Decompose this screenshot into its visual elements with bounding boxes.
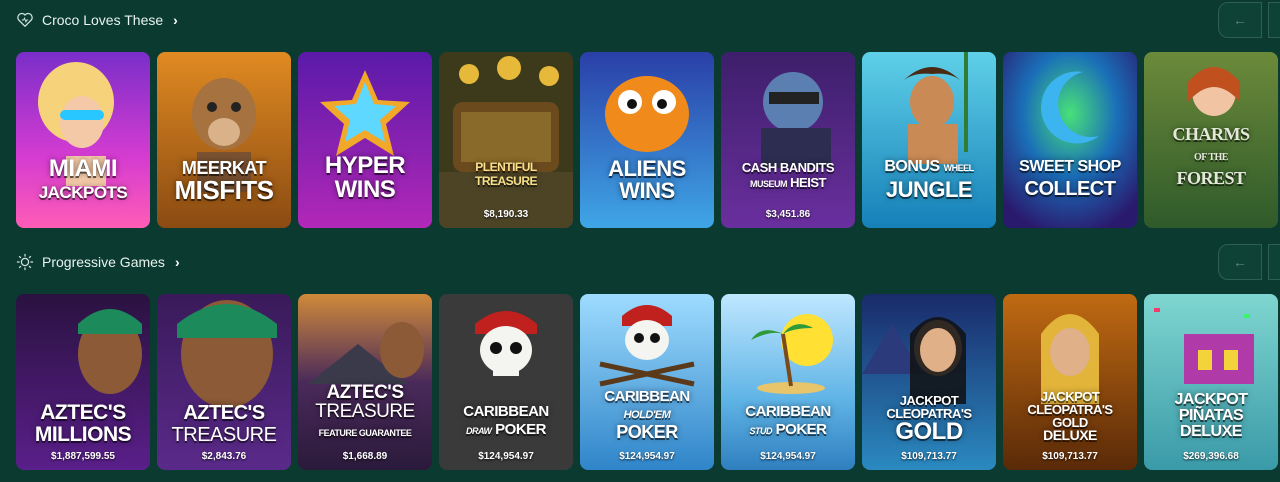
game-title: AZTEC'S TREASURE xyxy=(171,402,277,446)
game-tile-aztecs-treasure-feature-guarantee[interactable]: AZTEC'S TREASURE FEATURE GUARANTEE $1,668.… xyxy=(298,294,432,470)
game-title: SWEET SHOP COLLECT xyxy=(1019,158,1121,200)
game-title: MEERKAT MISFITS xyxy=(174,158,274,205)
game-title: CASH BANDITS MUSEUM HEIST xyxy=(741,160,835,190)
game-title: AZTEC'S MILLIONS xyxy=(34,401,132,446)
jackpot-amount: $124,954.97 xyxy=(619,451,675,462)
sparkle-icon xyxy=(16,253,34,271)
game-tile-caribbean-holdem-poker[interactable]: CARIBBEAN HOLD'EM POKER $124,954.97 xyxy=(580,294,714,470)
game-thumbnail xyxy=(1003,294,1137,470)
game-tile-jackpot-pinatas-deluxe[interactable]: JACKPOT PIÑATAS DELUXE $269,396.68 xyxy=(1144,294,1278,470)
game-tile-sweet-shop-collect[interactable]: SWEET SHOP COLLECT xyxy=(1003,52,1137,228)
game-title: MIAMI JACKPOTS xyxy=(38,155,128,203)
jackpot-amount: $2,843.76 xyxy=(201,451,247,462)
chevron-right-icon: › xyxy=(174,254,180,270)
carousel-nav: ← xyxy=(1218,244,1280,280)
section-title: Progressive Games xyxy=(42,254,165,270)
carousel-prev-button[interactable]: ← xyxy=(1218,244,1262,280)
game-thumbnail xyxy=(439,294,573,470)
game-title: JACKPOT CLEOPATRA'S GOLD DELUXE xyxy=(1027,389,1113,443)
chevron-right-icon: › xyxy=(173,12,178,28)
game-tile-miami-jackpots[interactable]: MIAMI JACKPOTS xyxy=(16,52,150,228)
game-title: CHARMS OF THE FOREST xyxy=(1172,124,1251,188)
jackpot-amount: $1,668.89 xyxy=(342,451,388,462)
game-tile-caribbean-draw-poker[interactable]: CARIBBEAN DRAW POKER $124,954.97 xyxy=(439,294,573,470)
game-title: HYPER WINS xyxy=(324,152,406,203)
games-row: AZTEC'S MILLIONS $1,887,599.55 AZTEC'S TRE… xyxy=(16,294,1278,470)
game-tile-aztecs-millions[interactable]: AZTEC'S MILLIONS $1,887,599.55 xyxy=(16,294,150,470)
game-thumbnail xyxy=(721,52,855,228)
game-tile-meerkat-misfits[interactable]: MEERKAT MISFITS xyxy=(157,52,291,228)
section-title: Croco Loves These xyxy=(42,12,164,28)
jackpot-amount: $269,396.68 xyxy=(1183,451,1239,462)
game-tile-caribbean-stud-poker[interactable]: CARIBBEAN STUD POKER $124,954.97 xyxy=(721,294,855,470)
jackpot-amount: $8,190.33 xyxy=(483,209,529,220)
jackpot-amount: $124,954.97 xyxy=(760,451,816,462)
game-tile-charms-of-the-forest[interactable]: CHARMS OF THE FOREST xyxy=(1144,52,1278,228)
carousel-next-button[interactable] xyxy=(1268,244,1280,280)
game-title: CARIBBEAN HOLD'EM POKER xyxy=(604,388,690,442)
games-row: MIAMI JACKPOTS MEERKAT MISFITS HYPER WIN… xyxy=(16,52,1278,228)
game-title: BONUS WHEEL JUNGLE xyxy=(884,158,974,202)
section-header-link[interactable]: Progressive Games › xyxy=(16,250,180,274)
game-tile-bonus-wheel-jungle[interactable]: BONUS WHEEL JUNGLE xyxy=(862,52,996,228)
heart-icon xyxy=(16,11,34,29)
carousel-nav: ← xyxy=(1218,2,1280,38)
game-title: JACKPOT CLEOPATRA'S GOLD xyxy=(886,393,972,445)
section-croco-loves-these: Croco Loves These › ← MIAMI JACKPOTS MEE… xyxy=(0,0,1280,242)
game-tile-plentiful-treasure[interactable]: PLENTIFUL TREASURE $8,190.33 xyxy=(439,52,573,228)
jackpot-amount: $3,451.86 xyxy=(765,209,811,220)
game-thumbnail xyxy=(1144,294,1278,470)
game-title: PLENTIFUL TREASURE xyxy=(474,160,538,188)
game-title: CARIBBEAN DRAW POKER xyxy=(463,403,549,438)
jackpot-amount: $124,954.97 xyxy=(478,451,534,462)
game-title: CARIBBEAN STUD POKER xyxy=(745,403,831,438)
game-tile-aliens-wins[interactable]: ALIENS WINS xyxy=(580,52,714,228)
section-progressive-games: Progressive Games › ← AZTEC'S MILLIONS $1… xyxy=(0,242,1280,482)
carousel-prev-button[interactable]: ← xyxy=(1218,2,1262,38)
section-header-link[interactable]: Croco Loves These › xyxy=(16,8,178,32)
game-tile-jackpot-cleopatras-gold[interactable]: JACKPOT CLEOPATRA'S GOLD $109,713.77 xyxy=(862,294,996,470)
game-title: ALIENS WINS xyxy=(608,156,686,203)
arrow-left-icon: ← xyxy=(1233,254,1247,270)
game-thumbnail xyxy=(580,294,714,470)
carousel-next-button[interactable] xyxy=(1268,2,1280,38)
jackpot-amount: $1,887,599.55 xyxy=(51,451,115,462)
jackpot-amount: $109,713.77 xyxy=(901,451,957,462)
game-thumbnail xyxy=(721,294,855,470)
game-tile-hyper-wins[interactable]: HYPER WINS xyxy=(298,52,432,228)
game-tile-cash-bandits-museum-heist[interactable]: CASH BANDITS MUSEUM HEIST $3,451.86 xyxy=(721,52,855,228)
game-tile-aztecs-treasure[interactable]: AZTEC'S TREASURE $2,843.76 xyxy=(157,294,291,470)
jackpot-amount: $109,713.77 xyxy=(1042,451,1098,462)
game-thumbnail xyxy=(439,52,573,228)
game-tile-jackpot-cleopatras-gold-deluxe[interactable]: JACKPOT CLEOPATRA'S GOLD DELUXE $109,713.77 xyxy=(1003,294,1137,470)
game-title: JACKPOT PIÑATAS DELUXE xyxy=(1174,391,1248,440)
arrow-left-icon: ← xyxy=(1233,12,1247,28)
game-title: AZTEC'S TREASURE FEATURE GUARANTEE xyxy=(315,382,415,438)
